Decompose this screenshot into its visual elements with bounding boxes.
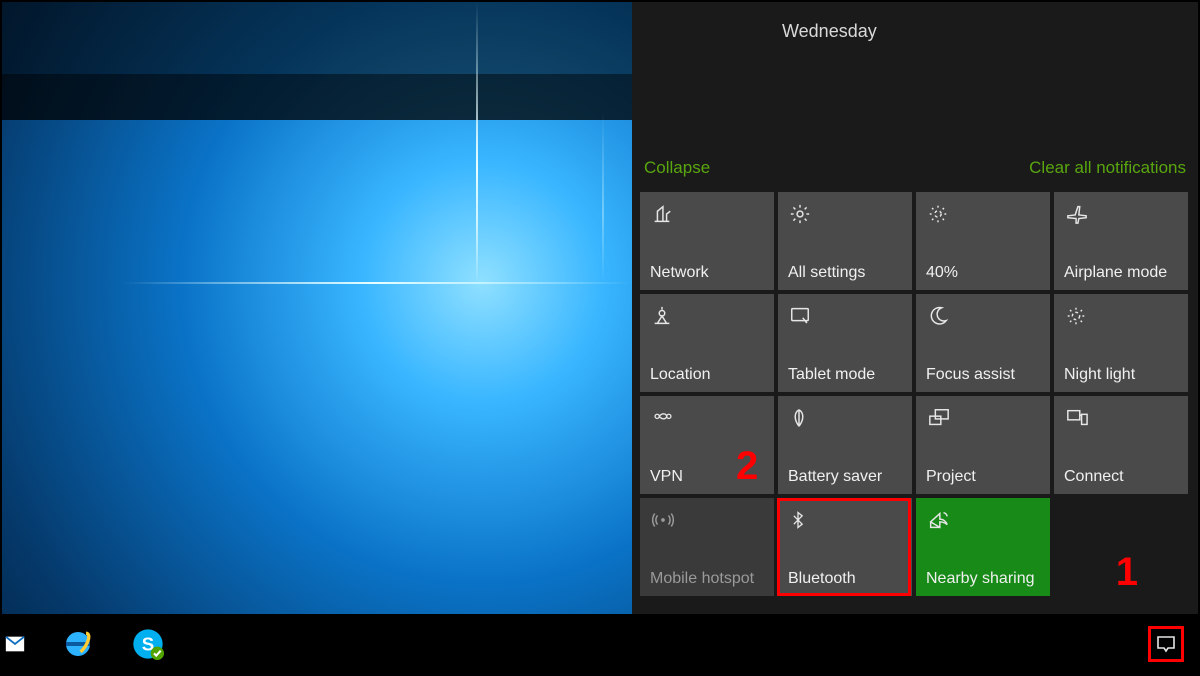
tile-label: 40% xyxy=(926,264,1040,282)
tile-label: Tablet mode xyxy=(788,366,902,384)
tile-label: Connect xyxy=(1064,468,1178,486)
calendar-day-label: Wednesday xyxy=(782,21,877,42)
tile-label: Nearby sharing xyxy=(926,570,1040,588)
tile-airplane-mode[interactable]: Airplane mode xyxy=(1054,192,1188,290)
tile-label: VPN xyxy=(650,468,764,486)
connect-icon xyxy=(1064,406,1090,430)
leaf-icon xyxy=(788,406,814,430)
action-center-panel: Wednesday Collapse Clear all notificatio… xyxy=(632,2,1198,616)
tile-vpn[interactable]: VPN xyxy=(640,396,774,494)
hotspot-icon xyxy=(650,508,676,532)
collapse-link[interactable]: Collapse xyxy=(644,158,710,178)
tile-label: Night light xyxy=(1064,366,1178,384)
tile-label: Project xyxy=(926,468,1040,486)
internet-explorer-icon[interactable] xyxy=(60,626,96,662)
screen: Wednesday Collapse Clear all notificatio… xyxy=(0,0,1200,676)
tile-focus-assist[interactable]: Focus assist xyxy=(916,294,1050,392)
desktop-wallpaper[interactable] xyxy=(2,2,634,616)
tile-label: All settings xyxy=(788,264,902,282)
quick-action-tiles: Network All settings 40% Airplane mode xyxy=(632,186,1198,604)
vpn-icon xyxy=(650,406,676,430)
location-icon xyxy=(650,304,676,328)
tablet-icon xyxy=(788,304,814,328)
taskbar: S xyxy=(2,614,1198,674)
skype-icon[interactable]: S xyxy=(130,626,166,662)
share-icon xyxy=(926,508,952,532)
bluetooth-icon xyxy=(788,508,814,532)
tile-bluetooth[interactable]: Bluetooth xyxy=(778,498,912,596)
clear-all-link[interactable]: Clear all notifications xyxy=(1029,158,1186,178)
tile-label: Airplane mode xyxy=(1064,264,1178,282)
tile-location[interactable]: Location xyxy=(640,294,774,392)
night-light-icon xyxy=(1064,304,1090,328)
tile-tablet-mode[interactable]: Tablet mode xyxy=(778,294,912,392)
notification-list-empty xyxy=(632,60,1198,150)
airplane-icon xyxy=(1064,202,1090,226)
calendar-day-row[interactable]: Wednesday xyxy=(632,2,1198,60)
tile-connect[interactable]: Connect xyxy=(1054,396,1188,494)
gear-icon xyxy=(788,202,814,226)
tile-mobile-hotspot: Mobile hotspot xyxy=(640,498,774,596)
tile-brightness[interactable]: 40% xyxy=(916,192,1050,290)
tile-network[interactable]: Network xyxy=(640,192,774,290)
tile-night-light[interactable]: Night light xyxy=(1054,294,1188,392)
mail-icon[interactable] xyxy=(4,630,26,658)
project-icon xyxy=(926,406,952,430)
tile-label: Mobile hotspot xyxy=(650,570,764,588)
tile-label: Battery saver xyxy=(788,468,902,486)
tile-label: Bluetooth xyxy=(788,570,902,588)
tile-battery-saver[interactable]: Battery saver xyxy=(778,396,912,494)
moon-icon xyxy=(926,304,952,328)
network-icon xyxy=(650,202,676,226)
tile-label: Focus assist xyxy=(926,366,1040,384)
tile-label: Location xyxy=(650,366,764,384)
action-center-tray-icon[interactable] xyxy=(1148,626,1184,662)
tile-label: Network xyxy=(650,264,764,282)
tile-all-settings[interactable]: All settings xyxy=(778,192,912,290)
tile-nearby-sharing[interactable]: Nearby sharing xyxy=(916,498,1050,596)
tile-project[interactable]: Project xyxy=(916,396,1050,494)
sun-icon xyxy=(926,202,952,226)
